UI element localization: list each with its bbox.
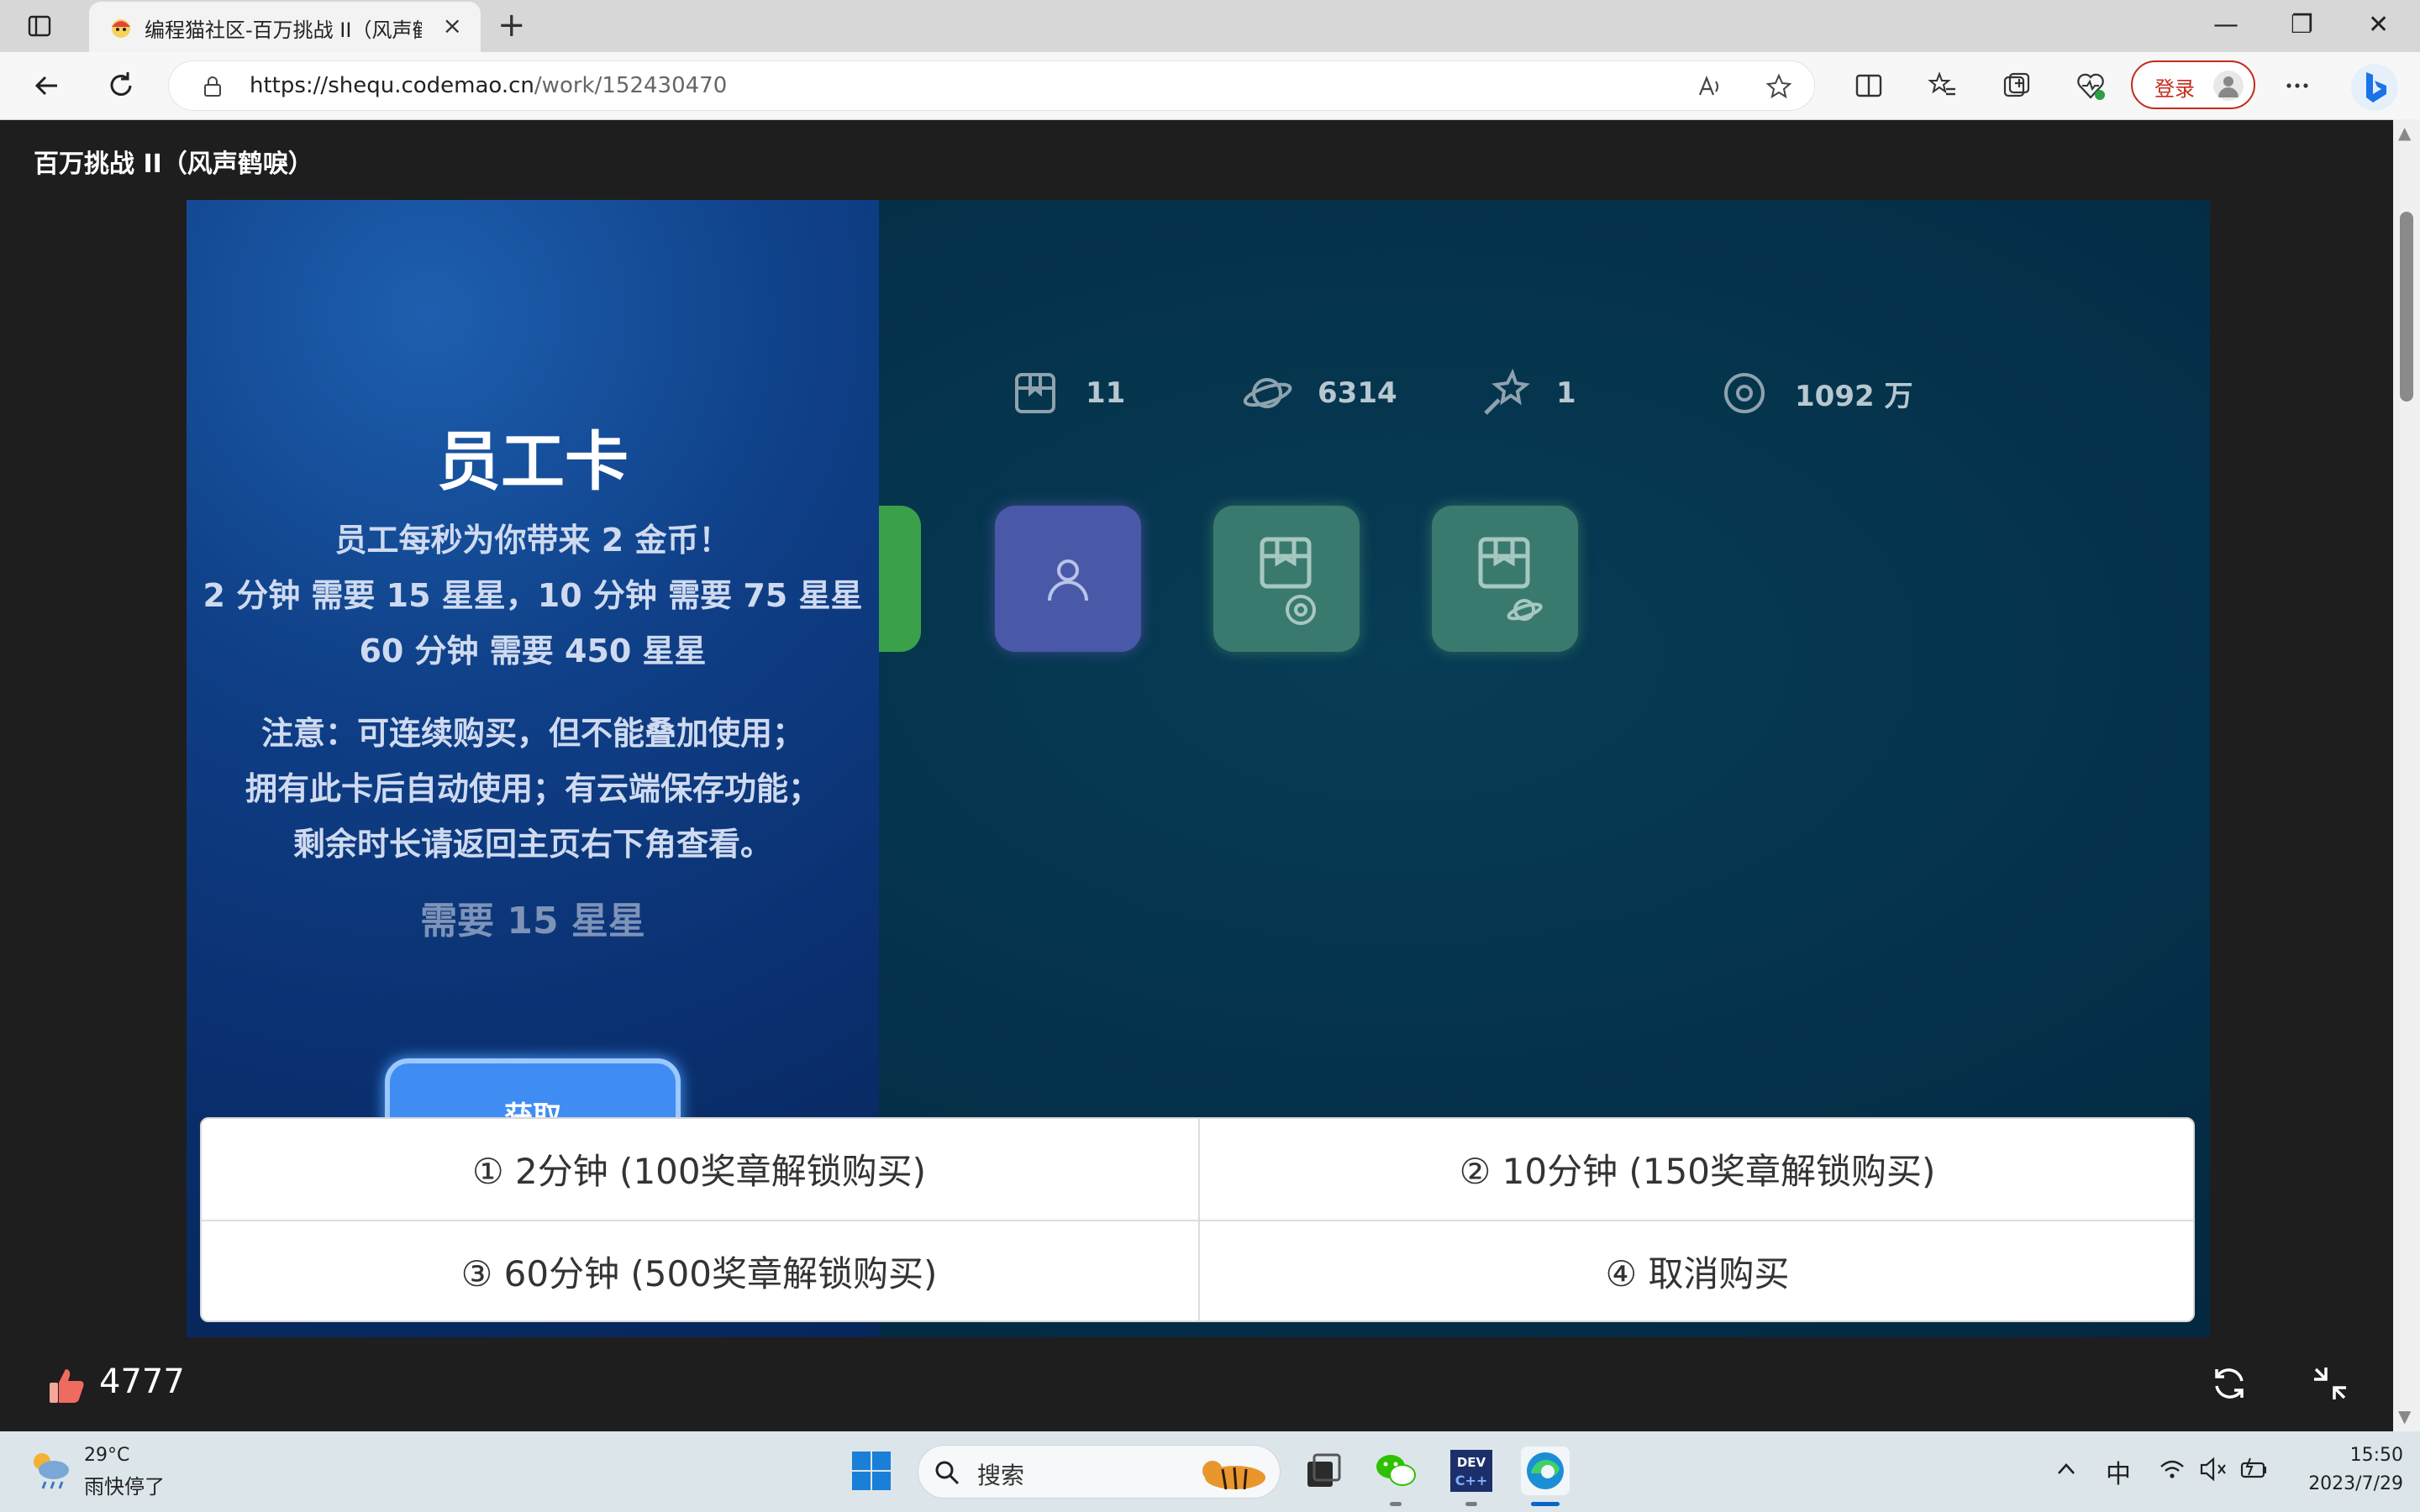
stat-wand: 1 xyxy=(1481,368,1576,418)
clock-date[interactable]: 2023/7/29 xyxy=(2282,1473,2403,1494)
weather-description: 雨快停了 xyxy=(84,1475,165,1499)
svg-text:C++: C++ xyxy=(1455,1473,1488,1488)
box-coin-icon xyxy=(1260,537,1316,625)
restore-button[interactable]: ❐ xyxy=(2291,8,2313,42)
login-button[interactable]: 登录 xyxy=(2131,60,2255,109)
tab-close-button[interactable]: × xyxy=(443,13,462,39)
card-title: 员工卡 xyxy=(437,424,629,499)
card-desc-line: 员工每秒为你带来 2 金币！ xyxy=(334,522,731,559)
app-active-indicator xyxy=(1531,1502,1560,1506)
refresh-icon[interactable] xyxy=(103,67,139,104)
wifi-icon[interactable] xyxy=(2158,1455,2186,1483)
stat-value: 1 xyxy=(1556,376,1576,410)
coin-icon xyxy=(1724,373,1765,413)
stat-box: 11 xyxy=(1010,368,1125,418)
svg-text:DEV: DEV xyxy=(1457,1455,1486,1470)
user-icon xyxy=(1048,559,1088,601)
active-tab[interactable]: 编程猫社区-百万挑战 II（风声鹤唳） × xyxy=(89,2,481,54)
stat-value: 11 xyxy=(1086,376,1126,410)
close-window-button[interactable]: ✕ xyxy=(2368,8,2389,42)
windows-taskbar: 29°C 雨快停了 搜索 DEV C++ 中 15:50 2023/7/29 xyxy=(0,1431,2420,1512)
url-text: https://shequ.codemao.cn/work/152430470 xyxy=(250,73,727,98)
card-cost: 需要 15 星星 xyxy=(420,900,645,942)
battery-icon[interactable] xyxy=(2238,1455,2269,1483)
restart-icon[interactable] xyxy=(2208,1362,2250,1404)
app-running-indicator xyxy=(1390,1502,1402,1506)
scroll-down-arrow-icon[interactable]: ▼ xyxy=(2398,1406,2411,1426)
stat-planet: 6314 xyxy=(1242,368,1397,418)
divider xyxy=(202,1220,2193,1221)
like-count: 4777 xyxy=(99,1362,185,1401)
search-icon xyxy=(935,1461,960,1485)
show-hidden-icons-icon[interactable] xyxy=(2054,1457,2079,1482)
weather-temperature: 29°C xyxy=(84,1445,130,1466)
card-desc-line: 2 分钟 需要 15 星星，10 分钟 需要 75 星星 xyxy=(203,577,863,614)
stat-coin: 1092 万 xyxy=(1719,368,1912,418)
tiger-illustration-icon xyxy=(1202,1461,1265,1490)
more-options-icon[interactable] xyxy=(2282,71,2312,101)
page-title: 百万挑战 II（风声鹤唳） xyxy=(34,150,313,179)
minimize-button[interactable]: — xyxy=(2213,8,2238,42)
back-arrow-icon[interactable] xyxy=(29,67,66,104)
scroll-thumb[interactable] xyxy=(2400,212,2413,402)
choice-2min[interactable]: ① 2分钟 (100奖章解锁购买) xyxy=(202,1119,1197,1218)
login-label: 登录 xyxy=(2154,77,2195,101)
dev-cpp-icon[interactable]: DEV C++ xyxy=(1447,1446,1496,1495)
choice-60min[interactable]: ③ 60分钟 (500奖章解锁购买) xyxy=(202,1221,1197,1320)
page-scrollbar[interactable]: ▲ ▼ xyxy=(2393,119,2420,1431)
work-bottom-bar: 4777 xyxy=(0,1337,2393,1431)
bing-copilot-icon[interactable] xyxy=(2349,62,2400,113)
volume-muted-icon[interactable] xyxy=(2198,1455,2228,1483)
tab-actions-icon[interactable] xyxy=(27,13,52,39)
box-coin-tile[interactable] xyxy=(1213,506,1360,652)
split-screen-icon[interactable] xyxy=(1854,71,1884,101)
exit-fullscreen-icon[interactable] xyxy=(2309,1362,2351,1404)
choice-cancel[interactable]: ④ 取消购买 xyxy=(1200,1221,2195,1320)
profile-avatar-icon xyxy=(2213,71,2244,101)
browser-essentials-icon[interactable] xyxy=(2075,71,2106,101)
edge-browser-icon[interactable] xyxy=(1521,1446,1570,1495)
card-note-line: 注意：可连续购买，但不能叠加使用； xyxy=(260,715,804,752)
url-host: https://shequ.codemao.cn xyxy=(250,73,534,98)
planet-icon xyxy=(1243,378,1292,408)
weather-rain-icon[interactable] xyxy=(29,1448,74,1494)
url-path: /work/152430470 xyxy=(534,73,728,98)
tab-title: 编程猫社区-百万挑战 II（风声鹤唳） xyxy=(145,18,422,42)
tab-bar: 编程猫社区-百万挑战 II（风声鹤唳） × + — ❐ ✕ xyxy=(0,0,2420,54)
box-icon xyxy=(1015,373,1055,413)
stat-value: 6314 xyxy=(1318,376,1397,410)
clock-time[interactable]: 15:50 xyxy=(2336,1445,2403,1466)
box-planet-icon xyxy=(1478,537,1543,621)
favorite-star-icon[interactable] xyxy=(1765,73,1792,100)
search-label: 搜索 xyxy=(977,1462,1025,1489)
box-planet-tile[interactable] xyxy=(1432,506,1578,652)
lock-icon[interactable] xyxy=(201,75,224,98)
stat-value: 1092 万 xyxy=(1795,379,1913,413)
favorites-icon[interactable] xyxy=(1928,71,1958,101)
card-desc-line: 60 分钟 需要 450 星星 xyxy=(359,633,707,669)
new-tab-button[interactable]: + xyxy=(497,8,526,42)
thumbs-up-icon[interactable] xyxy=(45,1364,89,1408)
codemao-favicon-icon xyxy=(112,19,130,38)
purchase-choice-dialog: ① 2分钟 (100奖章解锁购买) ② 10分钟 (150奖章解锁购买) ③ 6… xyxy=(200,1117,2195,1322)
scroll-up-arrow-icon[interactable]: ▲ xyxy=(2398,123,2411,143)
collections-icon[interactable] xyxy=(2002,71,2032,101)
wechat-icon[interactable] xyxy=(1371,1446,1420,1495)
read-aloud-icon[interactable] xyxy=(1697,73,1723,100)
taskbar-search-box[interactable]: 搜索 xyxy=(918,1445,1281,1499)
card-note-line: 拥有此卡后自动使用；有云端保存功能； xyxy=(245,770,820,807)
magic-wand-icon xyxy=(1484,368,1530,415)
windows-start-icon[interactable] xyxy=(850,1450,892,1492)
app-running-indicator xyxy=(1465,1502,1477,1506)
card-note-line: 剩余时长请返回主页右下角查看。 xyxy=(292,826,772,863)
choice-10min[interactable]: ② 10分钟 (150奖章解锁购买) xyxy=(1200,1119,2195,1218)
task-view-icon[interactable] xyxy=(1299,1446,1348,1495)
employee-tile[interactable] xyxy=(995,506,1141,652)
browser-toolbar: https://shequ.codemao.cn/work/152430470 … xyxy=(0,52,2420,120)
address-bar[interactable]: https://shequ.codemao.cn/work/152430470 xyxy=(168,60,1815,111)
ime-indicator[interactable]: 中 xyxy=(2106,1453,2131,1490)
